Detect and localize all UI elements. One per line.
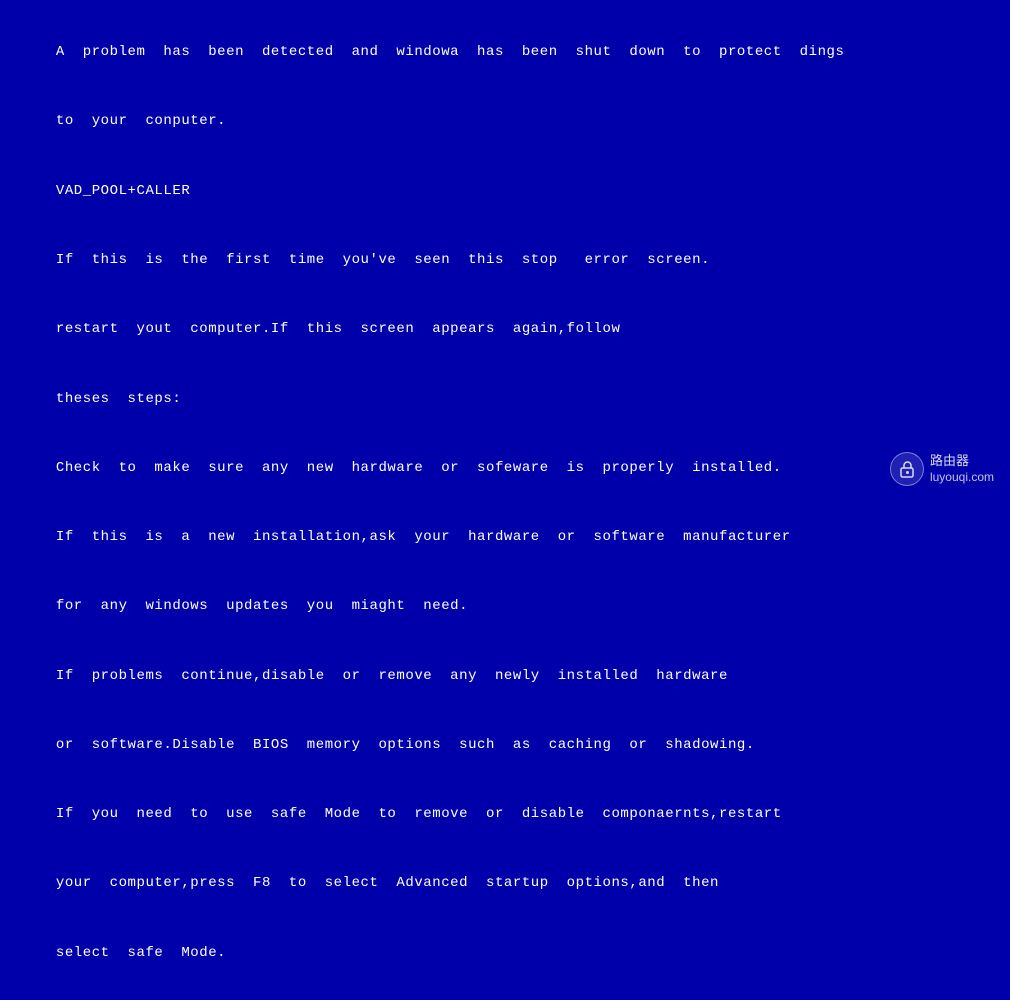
bsod-line1: A problem has been detected and windowa … [56, 44, 845, 60]
watermark-label: 路由器 [930, 453, 994, 470]
bsod-line5: restart yout computer.If this screen app… [56, 321, 621, 337]
bsod-line10: If problems continue,disable or remove a… [56, 668, 728, 684]
bsod-line4: If this is the first time you've seen th… [56, 252, 710, 268]
watermark-site: luyouqi.com [930, 470, 994, 486]
watermark-label-group: 路由器 luyouqi.com [930, 453, 994, 485]
bsod-content: A problem has been detected and windowa … [20, 18, 990, 1000]
bsod-line13: your computer,press F8 to select Advance… [56, 875, 719, 891]
watermark-icon [890, 452, 924, 486]
bsod-line14: select safe Mode. [56, 945, 226, 961]
watermark: 路由器 luyouqi.com [890, 452, 994, 486]
bsod-line8: If this is a new installation,ask your h… [56, 529, 791, 545]
bsod-screen: A problem has been detected and windowa … [0, 0, 1010, 500]
bsod-line3: VAD_POOL+CALLER [56, 183, 190, 199]
bsod-line11: or software.Disable BIOS memory options … [56, 737, 755, 753]
bsod-line7: Check to make sure any new hardware or s… [56, 460, 782, 476]
bsod-line9: for any windows updates you miaght need. [56, 598, 468, 614]
bsod-line2: to your conputer. [56, 113, 226, 129]
bsod-line6: theses steps: [56, 391, 181, 407]
bsod-line12: If you need to use safe Mode to remove o… [56, 806, 782, 822]
